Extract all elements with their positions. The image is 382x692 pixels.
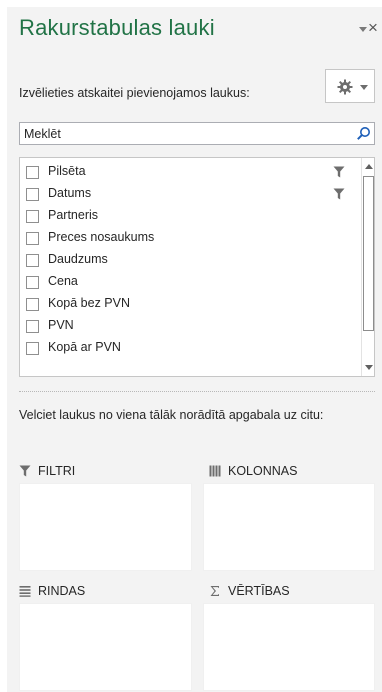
gear-icon	[337, 79, 353, 95]
search-input[interactable]	[20, 123, 350, 144]
field-item-kopa-bez-pvn[interactable]: Kopā bez PVN	[20, 293, 355, 315]
columns-icon	[209, 465, 221, 477]
field-label: Daudzums	[48, 252, 108, 266]
field-label: PVN	[48, 318, 74, 332]
field-checkbox[interactable]	[26, 254, 39, 267]
field-list-scrollbar[interactable]	[361, 158, 374, 376]
pivot-field-pane: Rakurstabulas lauki × Izvēlieties atskai…	[7, 7, 382, 692]
field-checkbox[interactable]	[26, 342, 39, 355]
field-list: Pilsēta Datums Partneris Preces nosaukum…	[19, 157, 375, 377]
scroll-down-button[interactable]	[362, 359, 374, 376]
area-header-rows: RINDAS	[19, 582, 189, 602]
columns-drop-area[interactable]	[203, 483, 375, 571]
field-checkbox[interactable]	[26, 232, 39, 245]
area-header-filters: FILTRI	[19, 462, 189, 482]
field-item-preces-nosaukums[interactable]: Preces nosaukums	[20, 227, 355, 249]
values-drop-area[interactable]	[203, 603, 375, 691]
field-label: Kopā bez PVN	[48, 296, 130, 310]
search-icon[interactable]	[356, 126, 371, 141]
field-checkbox[interactable]	[26, 188, 39, 201]
field-checkbox[interactable]	[26, 210, 39, 223]
filter-icon[interactable]	[333, 166, 345, 178]
section-divider[interactable]	[19, 391, 375, 392]
area-label: KOLONNAS	[228, 464, 298, 478]
sigma-icon	[210, 586, 219, 596]
field-label: Datums	[48, 186, 92, 200]
field-item-datums[interactable]: Datums	[20, 183, 355, 205]
tools-button[interactable]	[325, 69, 375, 103]
choose-fields-label: Izvēlieties atskaitei pievienojamos lauk…	[19, 86, 250, 100]
rows-icon	[19, 586, 31, 597]
area-label: VĒRTĪBAS	[228, 584, 290, 598]
pane-title: Rakurstabulas lauki	[19, 15, 215, 40]
filters-drop-area[interactable]	[19, 483, 192, 571]
field-item-pvn[interactable]: PVN	[20, 315, 355, 337]
field-label: Preces nosaukums	[48, 230, 155, 244]
area-header-columns: KOLONNAS	[209, 462, 379, 482]
drag-areas-label: Velciet laukus no viena tālāk norādītā a…	[19, 408, 324, 422]
field-item-partneris[interactable]: Partneris	[20, 205, 355, 227]
rows-drop-area[interactable]	[19, 603, 192, 691]
field-checkbox[interactable]	[26, 298, 39, 311]
field-checkbox[interactable]	[26, 276, 39, 289]
field-checkbox[interactable]	[26, 166, 39, 179]
field-item-kopa-ar-pvn[interactable]: Kopā ar PVN	[20, 337, 355, 359]
scrollbar-thumb[interactable]	[363, 176, 374, 331]
field-label: Partneris	[48, 208, 99, 222]
scroll-up-button[interactable]	[362, 158, 374, 175]
field-checkbox[interactable]	[26, 320, 39, 333]
field-item-pilseta[interactable]: Pilsēta	[20, 161, 355, 183]
chevron-down-icon	[360, 85, 368, 90]
filter-icon[interactable]	[333, 188, 345, 200]
area-header-values: VĒRTĪBAS	[209, 582, 379, 602]
area-label: RINDAS	[38, 584, 86, 598]
field-label: Cena	[48, 274, 78, 288]
field-label: Pilsēta	[48, 164, 86, 178]
area-label: FILTRI	[38, 464, 76, 478]
field-label: Kopā ar PVN	[48, 340, 121, 354]
search-box	[19, 122, 375, 145]
field-item-daudzums[interactable]: Daudzums	[20, 249, 355, 271]
field-item-cena[interactable]: Cena	[20, 271, 355, 293]
filter-icon	[19, 465, 31, 477]
close-icon[interactable]: ×	[365, 19, 381, 37]
